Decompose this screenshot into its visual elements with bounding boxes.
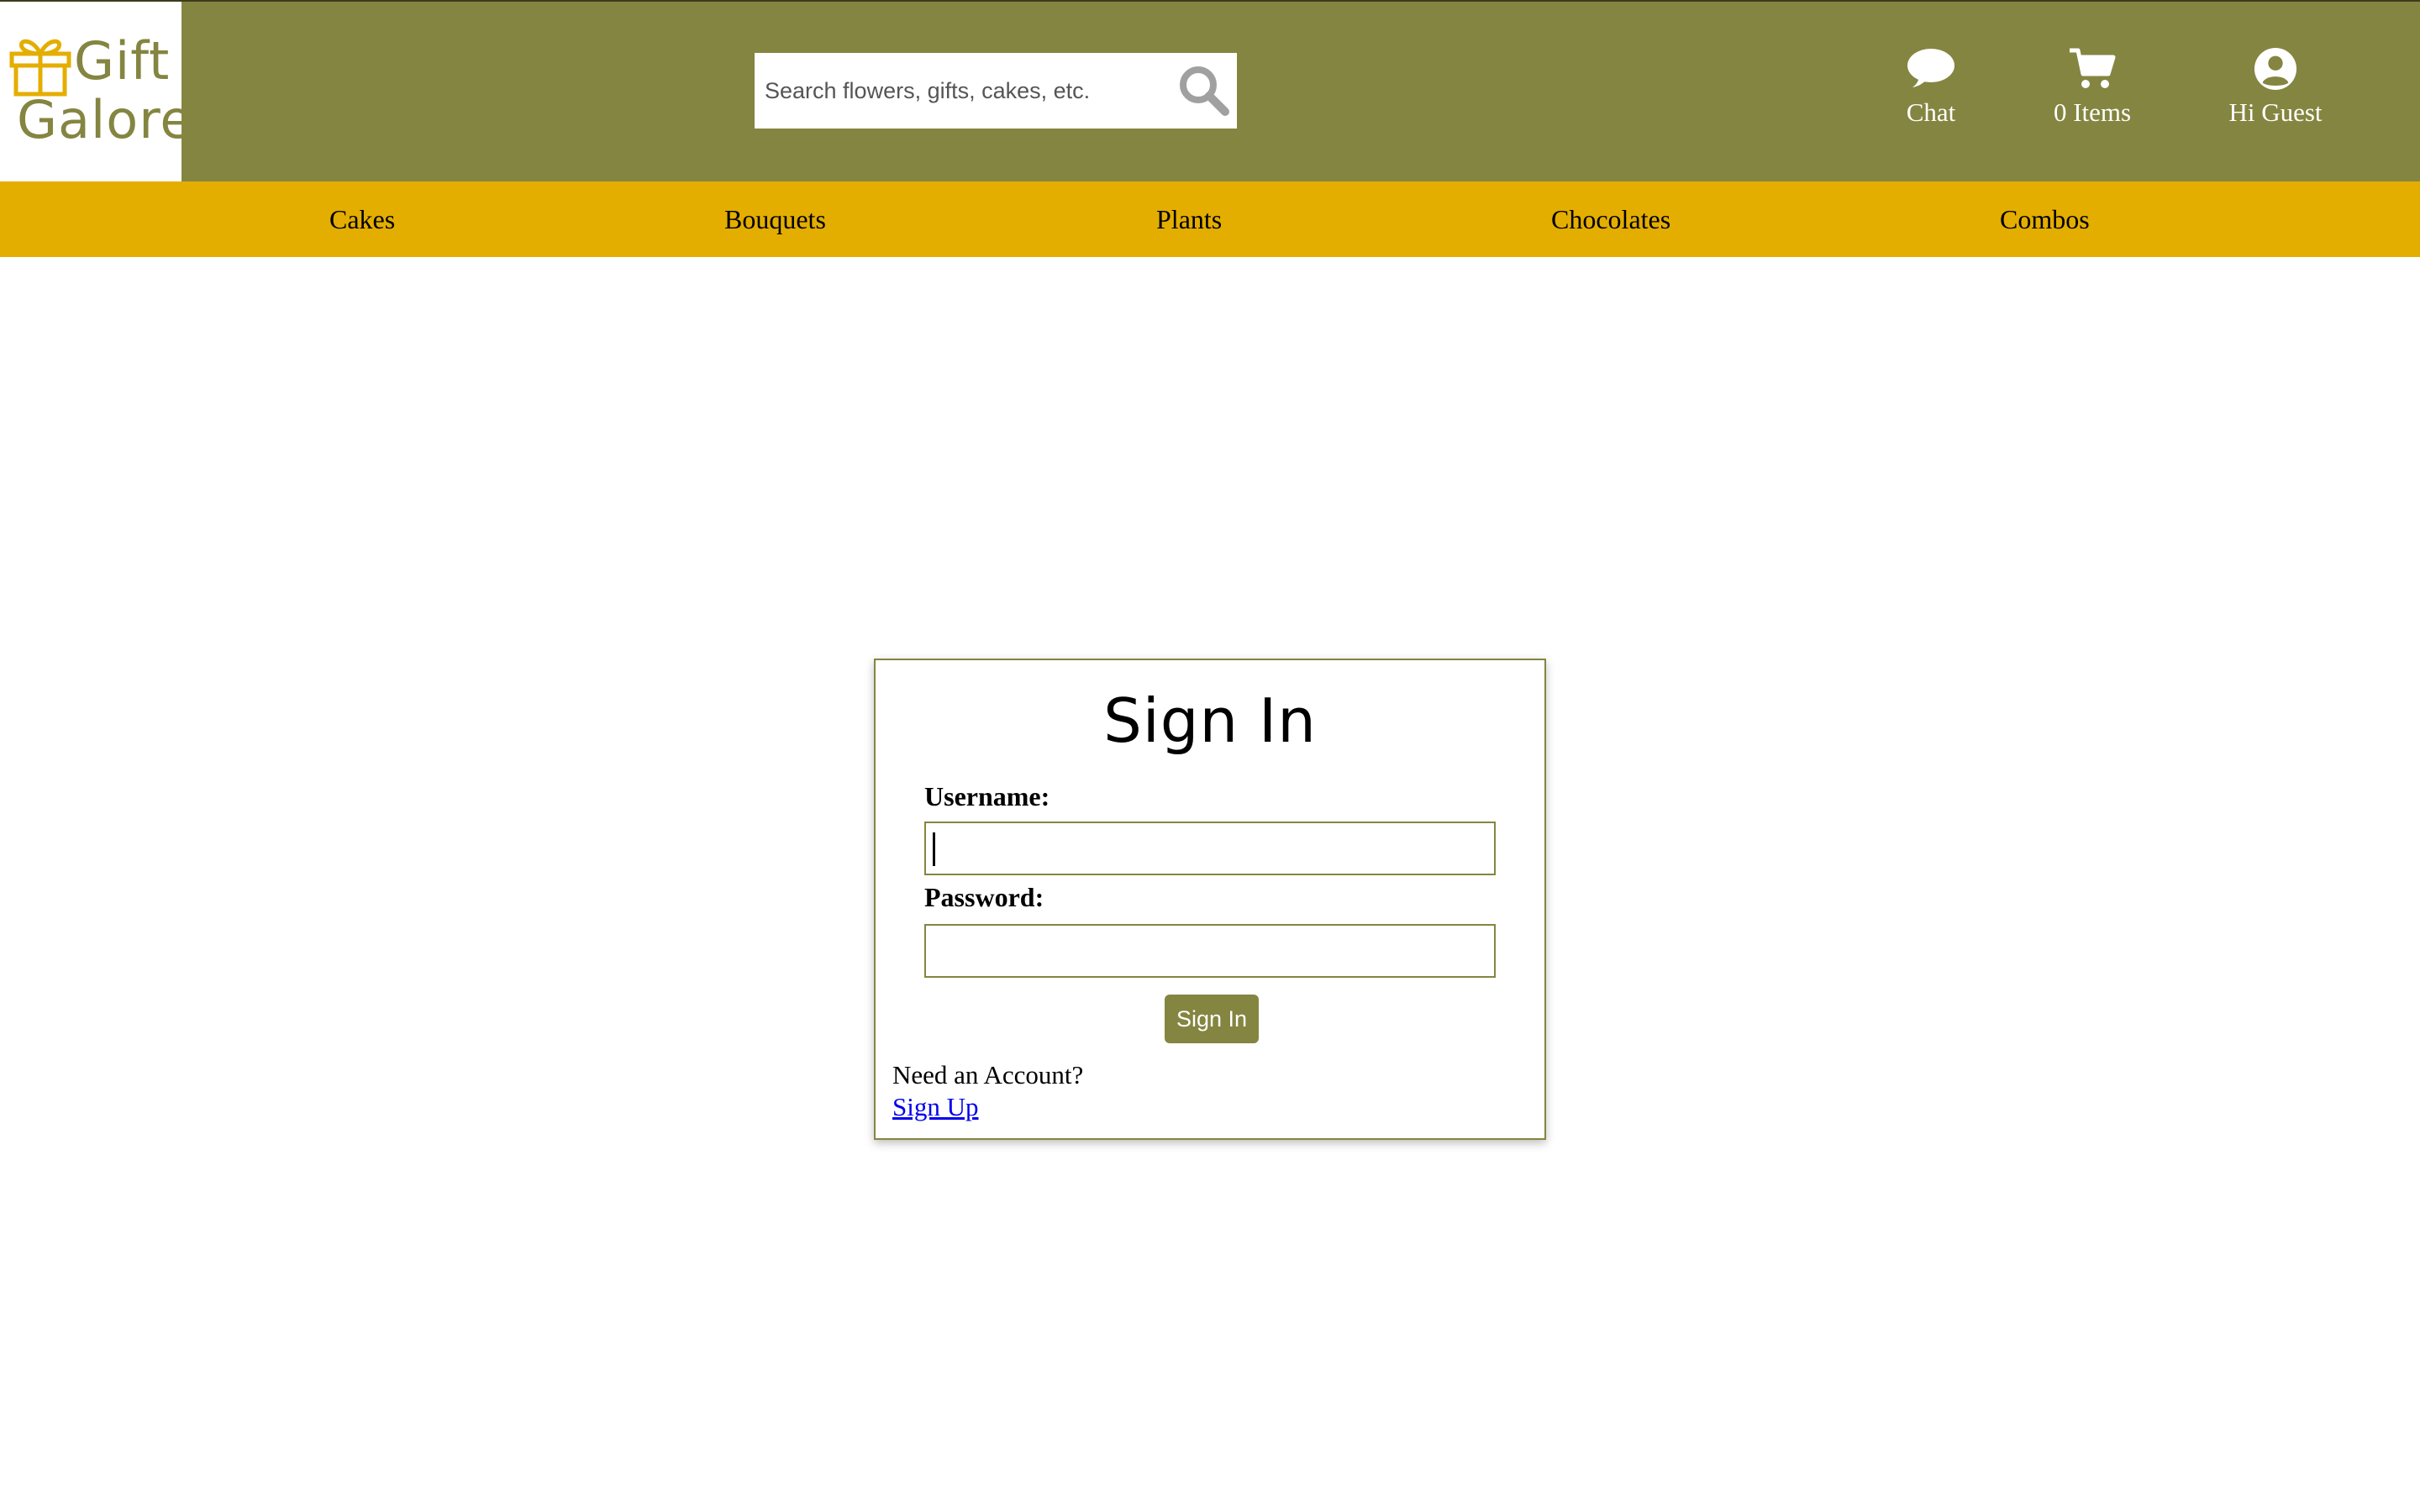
- cart-icon: [2070, 48, 2116, 88]
- category-nav: Cakes Bouquets Plants Chocolates Combos: [0, 181, 2420, 257]
- signup-link[interactable]: Sign Up: [892, 1092, 979, 1122]
- username-label: Username:: [924, 781, 1050, 811]
- text-caret: [933, 832, 935, 866]
- nav-item-plants[interactable]: Plants: [1156, 181, 1222, 257]
- nav-item-cakes[interactable]: Cakes: [329, 181, 395, 257]
- search-input[interactable]: [755, 53, 1158, 129]
- cart-button[interactable]: 0 Items: [2033, 47, 2151, 128]
- nav-item-combos[interactable]: Combos: [2000, 181, 2090, 257]
- need-account-text: Need an Account?: [892, 1060, 1084, 1089]
- nav-item-chocolates[interactable]: Chocolates: [1551, 181, 1670, 257]
- account-button[interactable]: Hi Guest: [2210, 47, 2341, 128]
- signin-button[interactable]: Sign In: [1165, 995, 1259, 1043]
- logo[interactable]: Gift Galore: [0, 2, 192, 181]
- search-bar: [755, 53, 1237, 129]
- site-header: Gift Galore Chat 0 Items Hi Guest: [0, 0, 2420, 181]
- username-field[interactable]: [924, 822, 1496, 875]
- chat-icon: [1907, 49, 1954, 87]
- password-label: Password:: [924, 882, 1044, 912]
- nav-item-bouquets[interactable]: Bouquets: [724, 181, 826, 257]
- password-field[interactable]: [924, 924, 1496, 978]
- cart-label: 0 Items: [2053, 97, 2132, 127]
- logo-text-line1: Gift: [74, 30, 171, 92]
- signin-card: Sign In Username: Password: Sign In Need…: [874, 659, 1546, 1140]
- chat-label: Chat: [1906, 97, 1956, 127]
- search-icon[interactable]: [1176, 63, 1232, 118]
- chat-button[interactable]: Chat: [1874, 47, 1988, 128]
- gift-icon: [9, 39, 71, 97]
- user-greeting: Hi Guest: [2228, 97, 2323, 127]
- user-icon: [2254, 47, 2297, 91]
- signin-title: Sign In: [1103, 685, 1317, 756]
- logo-text-line2: Galore: [17, 89, 193, 150]
